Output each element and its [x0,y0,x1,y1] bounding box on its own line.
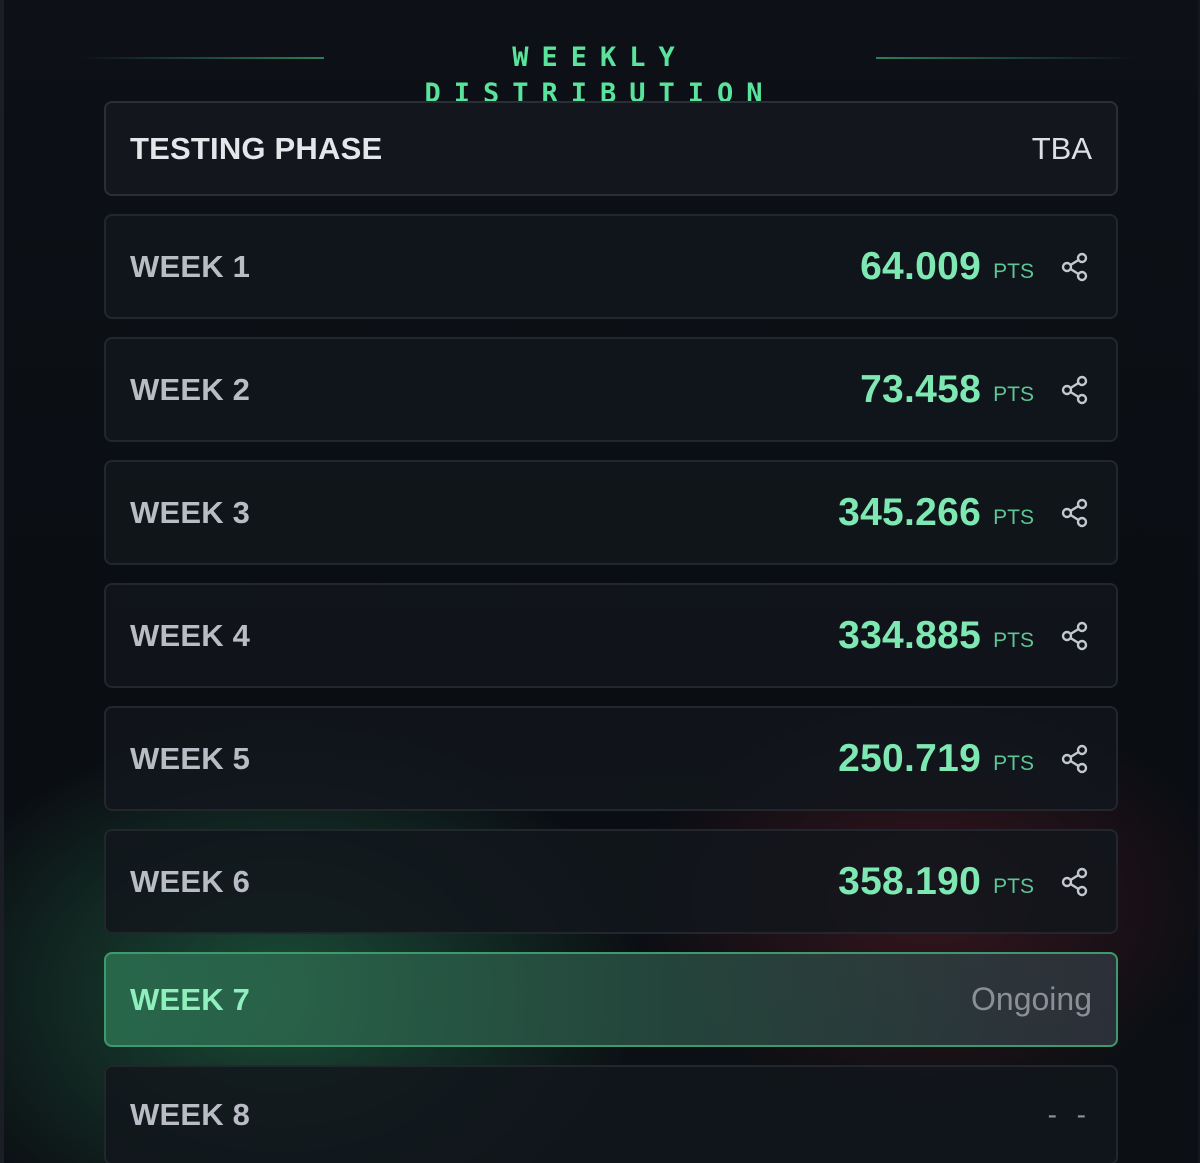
week-points-unit: PTS [993,382,1034,406]
testing-phase-row: TESTING PHASE TBA [104,101,1118,196]
distribution-list: TESTING PHASE TBA WEEK 1 64.009 PTS WEEK… [104,101,1118,1163]
week-points-unit: PTS [993,505,1034,529]
week-row: WEEK 6 358.190 PTS [104,829,1118,934]
header-divider-left [80,57,324,59]
header-divider-right [876,57,1136,59]
week-points-value: 73.458 [860,367,982,411]
testing-phase-status: TBA [1031,130,1092,166]
upcoming-week-row: WEEK 8 - - [104,1065,1118,1163]
week-label: WEEK 3 [130,494,251,530]
week-points-unit: PTS [993,751,1034,775]
share-icon[interactable] [1058,865,1092,899]
week-row: WEEK 2 73.458 PTS [104,337,1118,442]
panel-left-edge [0,0,4,1163]
share-icon[interactable] [1058,250,1092,284]
week-label: WEEK 1 [130,248,251,284]
share-icon[interactable] [1058,619,1092,653]
upcoming-week-status: - - [1047,1099,1092,1130]
week-row: WEEK 4 334.885 PTS [104,583,1118,688]
week-points-unit: PTS [993,874,1034,898]
current-week-label: WEEK 7 [130,981,251,1017]
current-week-row: WEEK 7 Ongoing [104,952,1118,1047]
share-icon[interactable] [1058,496,1092,530]
testing-phase-label: TESTING PHASE [130,130,383,166]
week-label: WEEK 2 [130,371,251,407]
share-icon[interactable] [1058,742,1092,776]
week-label: WEEK 4 [130,617,251,653]
week-points-unit: PTS [993,628,1034,652]
week-row: WEEK 1 64.009 PTS [104,214,1118,319]
week-points-value: 345.266 [838,490,982,534]
week-points-value: 334.885 [838,613,982,657]
current-week-status: Ongoing [971,981,1092,1017]
week-points-value: 358.190 [838,859,982,903]
week-points-value: 250.719 [838,736,982,780]
share-icon[interactable] [1058,373,1092,407]
section-header: WEEKLY DISTRIBUTION [0,40,1200,109]
upcoming-week-label: WEEK 8 [130,1097,251,1132]
week-row: WEEK 3 345.266 PTS [104,460,1118,565]
week-label: WEEK 5 [130,740,251,776]
weekly-distribution-panel: WEEKLY DISTRIBUTION TESTING PHASE TBA WE… [0,0,1200,1163]
week-points-unit: PTS [993,259,1034,283]
week-row: WEEK 5 250.719 PTS [104,706,1118,811]
week-points-value: 64.009 [860,244,982,288]
week-label: WEEK 6 [130,863,251,899]
